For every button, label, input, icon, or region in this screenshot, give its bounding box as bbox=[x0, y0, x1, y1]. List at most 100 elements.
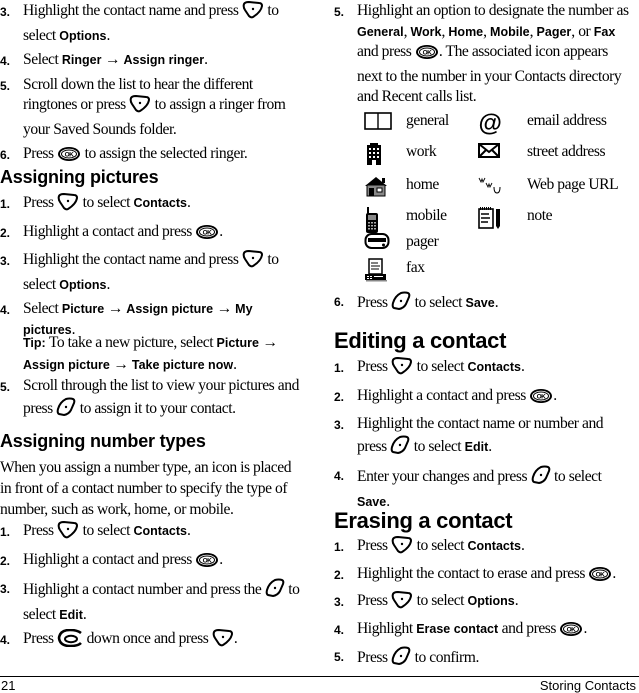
step-number: 5. bbox=[0, 380, 11, 394]
pictures-step-5: 5. Scroll through the list to view your p… bbox=[0, 376, 305, 423]
building-icon bbox=[364, 142, 384, 171]
step-number: 3. bbox=[0, 582, 11, 596]
step-number: 4. bbox=[334, 622, 345, 637]
erasing-steps: 1. Press to select Contacts. 2. Highlight t… bbox=[334, 535, 634, 673]
menu-option-label: Assign picture bbox=[23, 358, 110, 372]
instruction-step: 3. Highlight the contact name and press t… bbox=[0, 0, 279, 44]
step-number: 4. bbox=[334, 469, 345, 483]
right-softkey-icon bbox=[242, 249, 264, 275]
menu-option-label: Save bbox=[465, 296, 495, 310]
menu-option-label: Assign picture bbox=[126, 302, 214, 316]
menu-option-label: Options bbox=[467, 594, 515, 608]
tip-note: Tip: To take a new picture, select Pictu… bbox=[23, 334, 278, 373]
svg-text:OK: OK bbox=[203, 229, 213, 236]
book-icon bbox=[364, 111, 392, 136]
instruction-step: 6. Press to select Save. bbox=[334, 291, 634, 318]
menu-option-label: Picture bbox=[61, 302, 105, 316]
step-number: 1. bbox=[0, 525, 11, 539]
svg-text:@: @ bbox=[479, 111, 502, 135]
right-softkey-icon bbox=[212, 628, 234, 654]
notepad-icon bbox=[477, 206, 503, 235]
menu-option-label: Ringer bbox=[61, 53, 102, 67]
at-sign-icon: @ bbox=[477, 110, 503, 140]
number-type-label: home bbox=[406, 176, 439, 193]
instruction-step: 2. Highlight a contact and press OK. bbox=[0, 550, 305, 575]
step-number: 4. bbox=[0, 54, 11, 68]
instruction-step: 3. Highlight the contact name or number a… bbox=[334, 414, 634, 461]
ok-button-icon: OK bbox=[57, 146, 81, 169]
pager-icon bbox=[364, 232, 390, 255]
menu-option-label: Options bbox=[59, 277, 107, 292]
menu-option-label: Edit bbox=[59, 607, 83, 622]
editing-steps: 1. Press to select Contacts. 2. Highlight a… bbox=[334, 356, 634, 512]
left-softkey-icon bbox=[531, 465, 551, 492]
ok-button-icon: OK bbox=[588, 566, 612, 589]
svg-text:OK: OK bbox=[203, 557, 213, 564]
ok-button-icon: OK bbox=[195, 552, 219, 575]
number-types-intro: When you assign a number type, an icon i… bbox=[0, 459, 292, 518]
step-number: 3. bbox=[334, 418, 345, 432]
ringer-steps: 3. Highlight the contact name and press t… bbox=[0, 0, 305, 169]
step-number: 5. bbox=[334, 5, 345, 19]
number-type-label: fax bbox=[406, 259, 425, 276]
number-type-label: email address bbox=[527, 112, 607, 129]
ok-button-icon: OK bbox=[529, 388, 553, 411]
menu-option-label: Picture bbox=[216, 336, 259, 350]
ok-button-icon: OK bbox=[195, 224, 219, 247]
step-number: 1. bbox=[334, 361, 345, 375]
heading-assigning-number-types: Assigning number types bbox=[0, 431, 206, 451]
right-softkey-icon bbox=[129, 94, 151, 120]
menu-option-label: Work bbox=[410, 24, 442, 39]
menu-option-label: Contacts bbox=[467, 539, 521, 553]
number-type-label: work bbox=[406, 143, 437, 160]
number-type-label: street address bbox=[527, 143, 606, 160]
instruction-step: 6. Press OK to assign the selected ringer… bbox=[0, 144, 305, 169]
navigation-key-icon bbox=[57, 628, 83, 654]
icon-table-row: pager bbox=[334, 232, 634, 256]
menu-option-label: Mobile bbox=[490, 24, 530, 39]
svg-text:OK: OK bbox=[567, 626, 577, 633]
heading-assigning-pictures: Assigning pictures bbox=[0, 167, 159, 187]
menu-option-label: Edit bbox=[464, 439, 489, 454]
instruction-step: 1. Press to select Contacts. bbox=[334, 356, 634, 382]
icon-table-row: fax bbox=[334, 258, 634, 282]
number-type-label: pager bbox=[406, 233, 439, 250]
section-title: Storing Contacts bbox=[539, 678, 636, 693]
icon-table-row: work street address bbox=[334, 142, 634, 166]
instruction-step: 1. Press to select Contacts. bbox=[0, 192, 305, 218]
step-number: 3. bbox=[0, 5, 11, 19]
menu-option-label: Save bbox=[357, 494, 387, 509]
step-number: 4. bbox=[0, 633, 11, 647]
instruction-step: 1. Press to select Contacts. bbox=[334, 535, 634, 561]
instruction-step: 5. Highlight an option to designate the n… bbox=[334, 2, 629, 105]
svg-text:OK: OK bbox=[596, 571, 606, 578]
menu-option-label: Assign ringer bbox=[123, 53, 205, 67]
number-type-label: note bbox=[527, 207, 553, 224]
step-number: 2. bbox=[0, 225, 11, 240]
number-type-icon-table: general @ email address work street address h… bbox=[334, 110, 634, 282]
menu-option-label: Take picture now bbox=[131, 358, 234, 372]
menu-option-label: Home bbox=[448, 24, 484, 39]
ok-button-icon: OK bbox=[415, 44, 439, 67]
left-softkey-icon bbox=[391, 291, 411, 318]
step-number: 5. bbox=[0, 78, 11, 93]
svg-text:OK: OK bbox=[65, 152, 75, 159]
footer-rule bbox=[0, 676, 639, 677]
svg-text:OK: OK bbox=[537, 393, 547, 400]
page-number: 21 bbox=[1, 678, 16, 693]
right-softkey-icon bbox=[391, 535, 413, 561]
ok-button-icon: OK bbox=[559, 621, 583, 644]
web-icon bbox=[477, 175, 503, 200]
instruction-step: 3. Highlight a contact number and press t… bbox=[0, 578, 305, 625]
pictures-steps: 1. Press to select Contacts. 2. Highlight a… bbox=[0, 192, 305, 340]
instruction-step: 3. Highlight the contact name and press t… bbox=[0, 249, 279, 293]
step-number: 2. bbox=[0, 553, 11, 568]
step-number: 6. bbox=[0, 148, 11, 162]
heading-editing-a-contact: Editing a contact bbox=[334, 328, 507, 353]
menu-option-label: Contacts bbox=[467, 360, 521, 374]
step-number: 3. bbox=[0, 254, 11, 268]
tip-label: Tip: bbox=[23, 336, 46, 350]
right-softkey-icon bbox=[391, 356, 413, 382]
heading-erasing-a-contact: Erasing a contact bbox=[334, 508, 513, 533]
step-number: 1. bbox=[0, 197, 11, 211]
